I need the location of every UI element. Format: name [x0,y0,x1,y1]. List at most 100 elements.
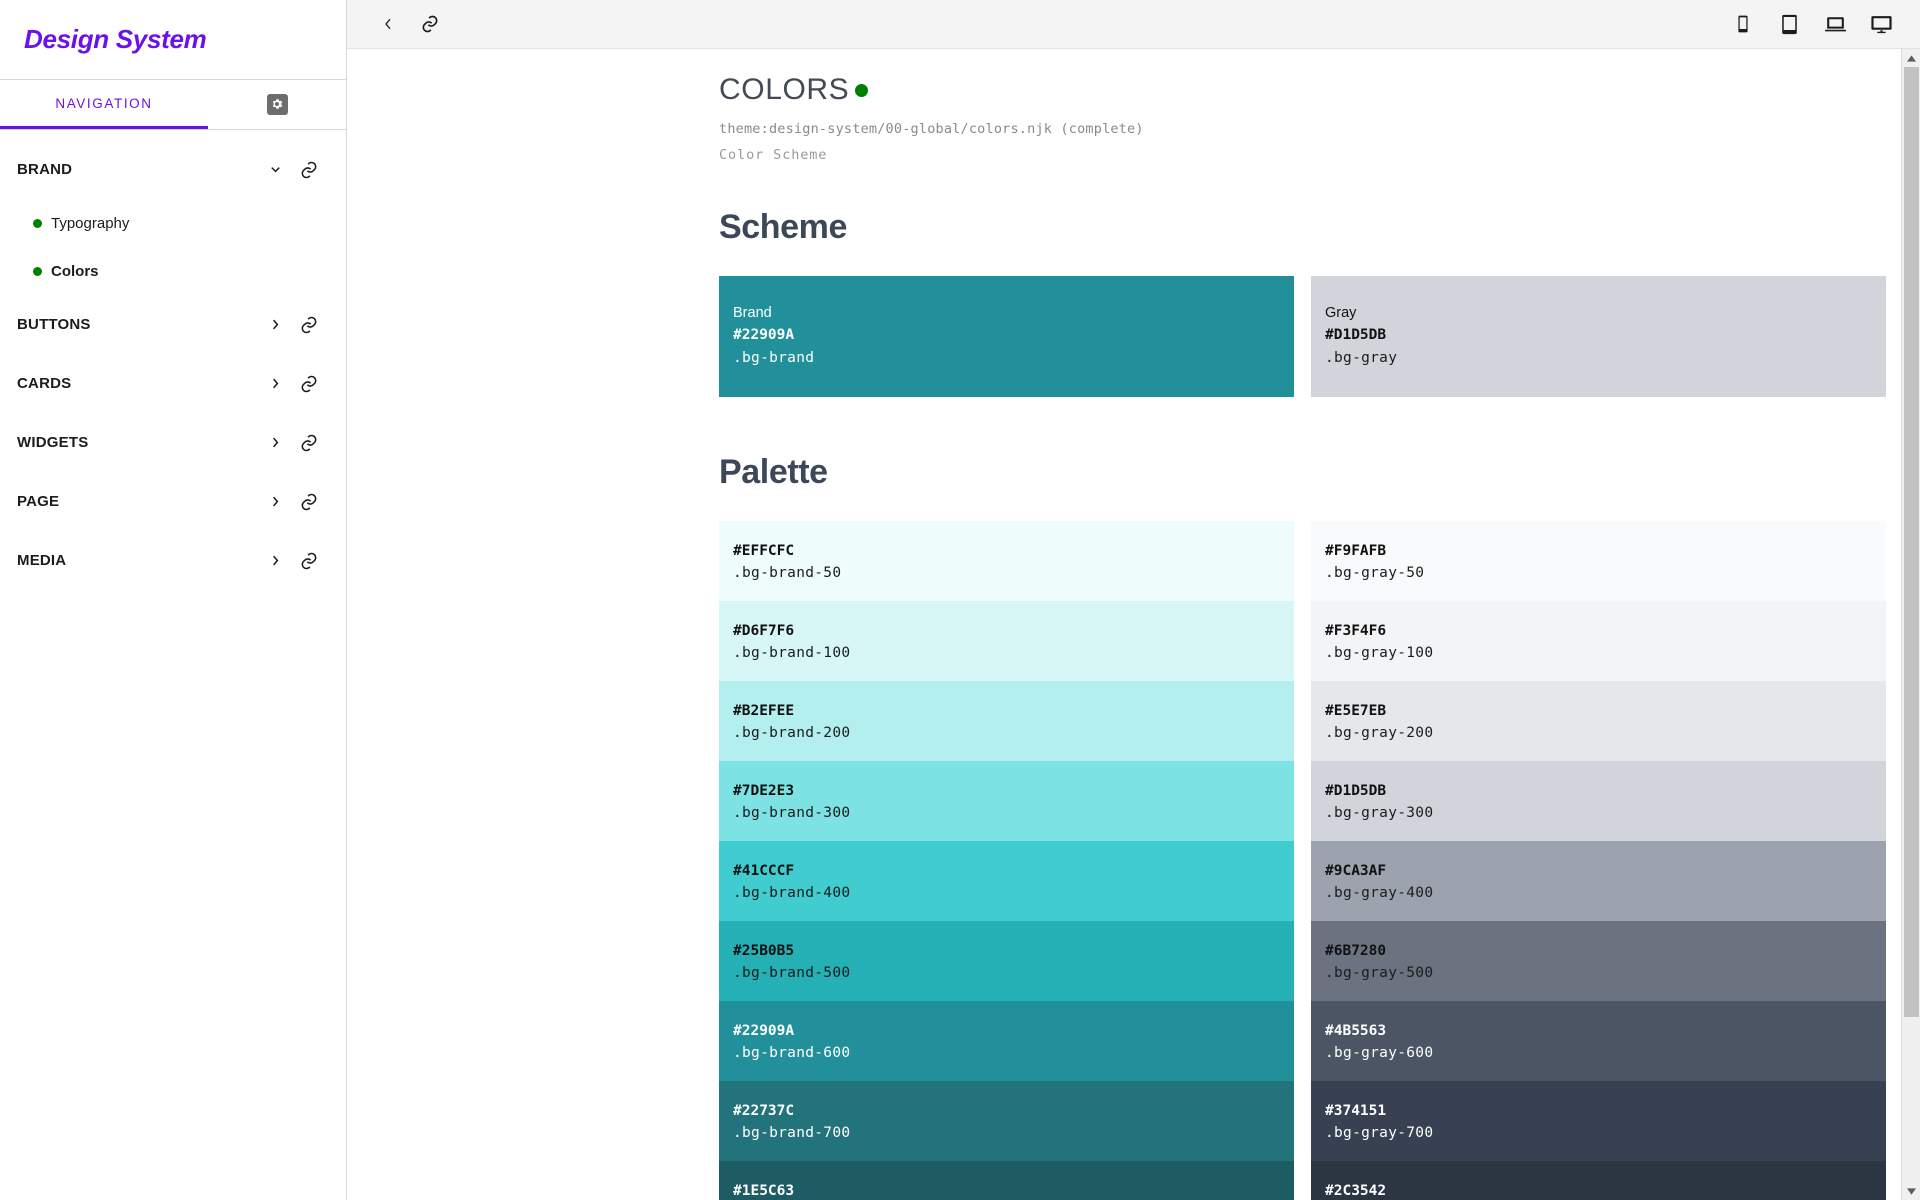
navigation-list: BRAND Typography Colors BUTTONS CARDS WI… [0,130,346,590]
scrollbar-thumb[interactable] [1903,67,1919,1017]
sidebar-item-typography[interactable]: Typography [0,199,346,247]
sidebar-section-brand[interactable]: BRAND [0,140,346,199]
swatch-class: .bg-gray-700 [1325,1125,1434,1142]
swatch-class: .bg-gray-100 [1325,645,1434,662]
link-icon[interactable] [292,551,326,571]
swatch-hex: #F3F4F6 [1325,623,1387,639]
palette-grid: #EFFCFC .bg-brand-50 #D6F7F6 .bg-brand-100 #… [347,521,1920,1200]
swatch-class: .bg-gray-50 [1325,565,1425,582]
palette-column-gray: #F9FAFB .bg-gray-50 #F3F4F6 .bg-gray-100 #E5… [1311,521,1886,1200]
color-swatch-gray-7[interactable]: #374151 .bg-gray-700 [1311,1081,1886,1161]
scrollbar-track[interactable] [1902,67,1920,1182]
chevron-right-icon[interactable] [258,435,292,450]
swatch-class: .bg-brand-200 [733,725,851,742]
status-dot-icon [33,266,42,276]
color-swatch-gray-4[interactable]: #9CA3AF .bg-gray-400 [1311,841,1886,921]
swatch-hex: #7DE2E3 [733,783,795,799]
tab-navigation[interactable]: NAVIGATION [0,80,208,129]
color-swatch-gray-6[interactable]: #4B5563 .bg-gray-600 [1311,1001,1886,1081]
color-swatch-brand-1[interactable]: #D6F7F6 .bg-brand-100 [719,601,1294,681]
page-path: theme:design-system/00-global/colors.njk… [719,121,1144,137]
link-icon[interactable] [292,315,326,335]
swatch-class: .bg-brand-400 [733,885,851,902]
page-title: COLORS [719,75,1920,105]
color-swatch-gray-3[interactable]: #D1D5DB .bg-gray-300 [1311,761,1886,841]
scheme-column-gray: Gray #D1D5DB .bg-gray [1311,276,1886,397]
document: COLORS theme:design-system/00-global/col… [347,49,1920,1200]
link-icon[interactable] [292,374,326,394]
swatch-name: Brand [733,305,772,321]
vertical-scrollbar[interactable] [1901,49,1920,1200]
swatch-class: .bg-brand-100 [733,645,851,662]
swatch-class: .bg-brand-600 [733,1045,851,1062]
desktop-icon[interactable] [1868,11,1894,37]
chevron-right-icon[interactable] [258,553,292,568]
sidebar-section-widgets[interactable]: WIDGETS [0,413,346,472]
tab-navigation-label: NAVIGATION [55,95,153,111]
tab-settings[interactable] [208,80,346,129]
sidebar-section-page-label: PAGE [17,493,60,510]
swatch-class: .bg-gray-600 [1325,1045,1434,1062]
swatch-hex: #EFFCFC [733,543,795,559]
copy-link-button[interactable] [409,7,451,41]
color-swatch-brand-4[interactable]: #41CCCF .bg-brand-400 [719,841,1294,921]
swatch-hex: #4B5563 [1325,1023,1387,1039]
color-swatch-gray[interactable]: Gray #D1D5DB .bg-gray [1311,276,1886,397]
swatch-hex: #22737C [733,1103,795,1119]
scroll-up-arrow[interactable] [1902,49,1920,67]
back-button[interactable] [367,7,409,41]
palette-column-brand: #EFFCFC .bg-brand-50 #D6F7F6 .bg-brand-100 #… [719,521,1294,1200]
chevron-right-icon[interactable] [258,494,292,509]
brand-bar: Design System [0,0,346,80]
gear-icon [266,93,288,115]
color-swatch-gray-8[interactable]: #2C3542.bg-gray-800 [1311,1161,1886,1200]
link-icon[interactable] [292,433,326,453]
color-swatch-gray-5[interactable]: #6B7280 .bg-gray-500 [1311,921,1886,1001]
link-icon[interactable] [292,492,326,512]
status-dot-icon [33,218,42,228]
swatch-hex: #374151 [1325,1103,1387,1119]
page-header: COLORS theme:design-system/00-global/col… [347,49,1920,164]
palette-heading: Palette [719,453,828,491]
link-icon[interactable] [292,160,326,180]
color-swatch-brand-2[interactable]: #B2EFEE .bg-brand-200 [719,681,1294,761]
swatch-class: .bg-gray [1325,349,1398,366]
color-swatch-gray-1[interactable]: #F3F4F6 .bg-gray-100 [1311,601,1886,681]
scheme-column-brand: Brand #22909A .bg-brand [719,276,1294,397]
swatch-hex: #D1D5DB [1325,783,1387,799]
chevron-down-icon[interactable] [258,162,292,177]
sidebar-item-colors-label: Colors [51,262,99,280]
color-swatch-brand-3[interactable]: #7DE2E3 .bg-brand-300 [719,761,1294,841]
toolbar [347,0,1920,49]
tablet-icon[interactable] [1776,11,1802,37]
chevron-right-icon[interactable] [258,376,292,391]
swatch-hex: #6B7280 [1325,943,1387,959]
laptop-icon[interactable] [1822,11,1848,37]
color-swatch-brand-0[interactable]: #EFFCFC .bg-brand-50 [719,521,1294,601]
color-swatch-brand-8[interactable]: #1E5C63.bg-brand-800 [719,1161,1294,1200]
color-swatch-gray-0[interactable]: #F9FAFB .bg-gray-50 [1311,521,1886,601]
scheme-heading: Scheme [719,208,848,246]
chevron-right-icon[interactable] [258,317,292,332]
swatch-class: .bg-gray-200 [1325,725,1434,742]
sidebar-section-media[interactable]: MEDIA [0,531,346,590]
sidebar-section-buttons[interactable]: BUTTONS [0,295,346,354]
color-swatch-brand[interactable]: Brand #22909A .bg-brand [719,276,1294,397]
sidebar-section-widgets-label: WIDGETS [17,434,89,451]
sidebar-item-colors[interactable]: Colors [0,247,346,295]
color-swatch-gray-2[interactable]: #E5E7EB .bg-gray-200 [1311,681,1886,761]
swatch-class: .bg-brand [733,349,815,366]
mobile-icon[interactable] [1730,11,1756,37]
sidebar-section-page[interactable]: PAGE [0,472,346,531]
swatch-hex: #B2EFEE [733,703,795,719]
color-swatch-brand-5[interactable]: #25B0B5 .bg-brand-500 [719,921,1294,1001]
sidebar-tabs: NAVIGATION [0,80,346,130]
swatch-name: Gray [1325,305,1357,321]
color-swatch-brand-6[interactable]: #22909A .bg-brand-600 [719,1001,1294,1081]
swatch-class: .bg-gray-500 [1325,965,1434,982]
swatch-class: .bg-gray-300 [1325,805,1434,822]
sidebar-section-cards[interactable]: CARDS [0,354,346,413]
sidebar-item-typography-label: Typography [51,214,130,232]
scroll-down-arrow[interactable] [1902,1182,1920,1200]
color-swatch-brand-7[interactable]: #22737C .bg-brand-700 [719,1081,1294,1161]
